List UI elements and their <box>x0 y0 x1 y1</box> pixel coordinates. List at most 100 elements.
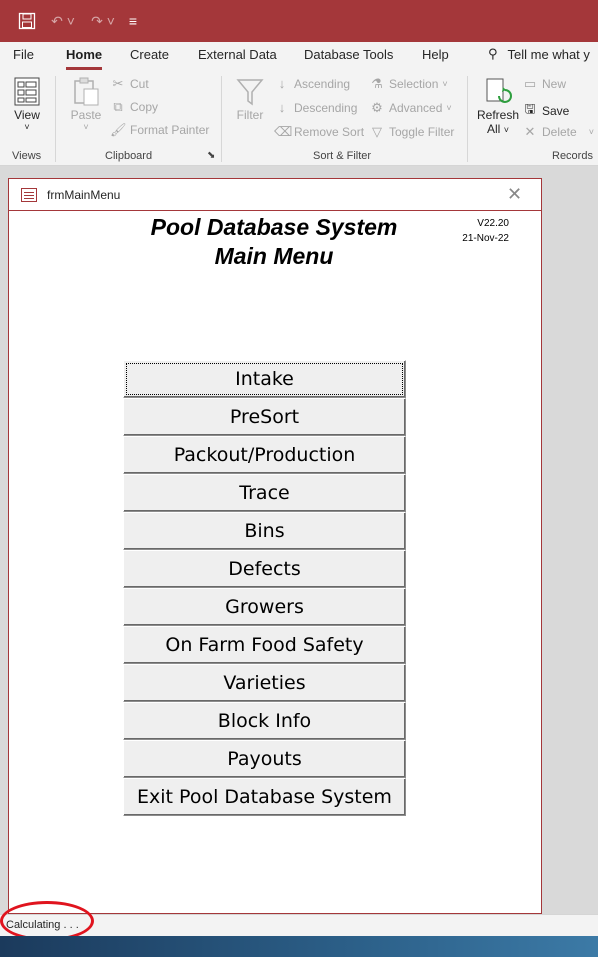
view-icon <box>14 77 40 106</box>
view-label: View <box>14 108 40 122</box>
presort-button[interactable]: PreSort <box>123 398 406 436</box>
form-window: frmMainMenu ✕ Pool Database System Main … <box>8 178 542 914</box>
copy-icon: ⧉ <box>113 99 123 114</box>
selection-label: Selection <box>389 77 439 91</box>
new-label: New <box>542 77 567 91</box>
remove-sort-label: Remove Sort <box>294 125 365 139</box>
chevron-down-icon: ˅ <box>588 127 594 137</box>
group-label-sort-filter: Sort & Filter <box>313 150 372 162</box>
save-icon[interactable] <box>16 10 38 32</box>
refresh-all-button[interactable]: Refresh All ˅ <box>476 76 520 136</box>
eraser-icon: ⌫ <box>274 124 293 139</box>
packout-production-button[interactable]: Packout/Production <box>123 436 406 474</box>
sort-descending-icon: ↓ <box>278 100 286 115</box>
copy-button[interactable]: ⧉ Copy <box>110 99 158 115</box>
descending-button[interactable]: ↓ Descending <box>274 100 358 115</box>
payouts-button[interactable]: Payouts <box>123 740 406 778</box>
paste-icon <box>74 77 99 106</box>
group-divider <box>55 76 56 162</box>
redo-icon[interactable]: ↷ ˅ <box>86 10 120 32</box>
varieties-button[interactable]: Varieties <box>123 664 406 702</box>
chevron-down-icon: ˅ <box>503 125 509 135</box>
sort-ascending-icon: ↓ <box>278 76 286 91</box>
refresh-icon <box>486 78 512 103</box>
selection-button[interactable]: ⚗ Selection ˅ <box>369 76 447 92</box>
form-header: frmMainMenu ✕ <box>9 179 541 211</box>
save-record-button[interactable]: 🖫 Save <box>522 100 569 122</box>
group-label-clipboard: Clipboard <box>105 150 153 162</box>
cut-button[interactable]: ✂ Cut <box>110 76 149 92</box>
group-label-records: Records <box>552 150 593 162</box>
form-name: frmMainMenu <box>47 188 121 202</box>
customize-icon[interactable]: ≡ <box>124 10 142 32</box>
search-icon: ⚲ <box>488 46 498 61</box>
paste-label: Paste <box>70 108 102 122</box>
ascending-label: Ascending <box>294 76 351 91</box>
tab-file[interactable]: File <box>13 46 34 70</box>
bins-button[interactable]: Bins <box>123 512 406 550</box>
cut-label: Cut <box>130 77 149 91</box>
title-bar: ↶ ˅ ↷ ˅ ≡ <box>0 0 598 42</box>
group-divider <box>467 76 468 162</box>
format-painter-label: Format Painter <box>130 123 210 137</box>
toggle-filter-label: Toggle Filter <box>389 125 455 139</box>
format-painter-button[interactable]: 🖌 Format Painter <box>110 122 209 138</box>
form-icon <box>21 188 37 202</box>
trace-button[interactable]: Trace <box>123 474 406 512</box>
tell-me-search[interactable]: ⚲ Tell me what y <box>488 46 590 62</box>
filter-button[interactable]: Filter <box>230 76 270 122</box>
close-icon[interactable]: ✕ <box>507 184 522 205</box>
advanced-button[interactable]: ⚙ Advanced ˅ <box>369 100 452 116</box>
highlight-annotation <box>0 901 94 941</box>
exit-button[interactable]: Exit Pool Database System <box>123 778 406 816</box>
defects-button[interactable]: Defects <box>123 550 406 588</box>
group-divider <box>221 76 222 162</box>
tab-home[interactable]: Home <box>66 46 103 70</box>
chevron-down-icon: ˅ <box>83 122 89 132</box>
dialog-launcher-icon[interactable]: ⬊ <box>207 150 215 161</box>
selection-filter-icon: ⚗ <box>371 76 383 91</box>
refresh-label: Refresh <box>476 108 520 122</box>
advanced-label: Advanced <box>389 101 443 115</box>
filter-icon <box>236 79 264 106</box>
main-menu: Intake PreSort Packout/Production Trace … <box>123 360 406 816</box>
refresh-all-label: All ˅ <box>487 122 509 136</box>
toggle-filter-button[interactable]: ▽ Toggle Filter <box>369 124 454 140</box>
remove-sort-button[interactable]: ⌫ Remove Sort <box>274 124 364 140</box>
save-icon: 🖫 <box>524 101 536 116</box>
new-record-button[interactable]: ▭ New <box>522 76 566 92</box>
group-label-views: Views <box>12 150 42 162</box>
brush-icon: 🖌 <box>110 122 127 137</box>
advanced-filter-icon: ⚙ <box>371 100 383 115</box>
ribbon: View ˅ Views Paste ˅ ✂ Cut ⧉ Copy 🖌 Format … <box>0 72 598 166</box>
new-record-icon: ▭ <box>523 76 537 91</box>
undo-icon[interactable]: ↶ ˅ <box>46 10 80 32</box>
tab-help[interactable]: Help <box>422 46 449 70</box>
filter-label: Filter <box>236 108 264 122</box>
toggle-filter-icon: ▽ <box>372 124 382 139</box>
growers-button[interactable]: Growers <box>123 588 406 626</box>
version-label: V22.20 <box>477 218 509 229</box>
chevron-down-icon: ˅ <box>24 122 30 132</box>
on-farm-food-safety-button[interactable]: On Farm Food Safety <box>123 626 406 664</box>
delete-record-button[interactable]: ✕ Delete ˅ <box>522 124 594 140</box>
tell-me-label: Tell me what y <box>507 46 590 62</box>
scissors-icon: ✂ <box>112 76 124 91</box>
delete-icon: ✕ <box>524 124 536 139</box>
tab-external-data[interactable]: External Data <box>198 46 277 70</box>
block-info-button[interactable]: Block Info <box>123 702 406 740</box>
tab-database-tools[interactable]: Database Tools <box>304 46 393 70</box>
delete-label: Delete <box>542 125 577 139</box>
page-title: Pool Database System Main Menu <box>109 213 439 271</box>
descending-label: Descending <box>294 100 358 115</box>
title-line-1: Pool Database System <box>150 214 398 240</box>
tab-create[interactable]: Create <box>130 46 169 70</box>
intake-button[interactable]: Intake <box>123 360 406 398</box>
chevron-down-icon: ˅ <box>446 103 452 113</box>
paste-button[interactable]: Paste ˅ <box>66 76 106 132</box>
ascending-button[interactable]: ↓ Ascending <box>274 76 350 91</box>
version-date: 21-Nov-22 <box>462 233 509 244</box>
save-label: Save <box>542 104 570 118</box>
view-button[interactable]: View ˅ <box>8 76 46 132</box>
version-info: V22.20 21-Nov-22 <box>439 216 509 246</box>
